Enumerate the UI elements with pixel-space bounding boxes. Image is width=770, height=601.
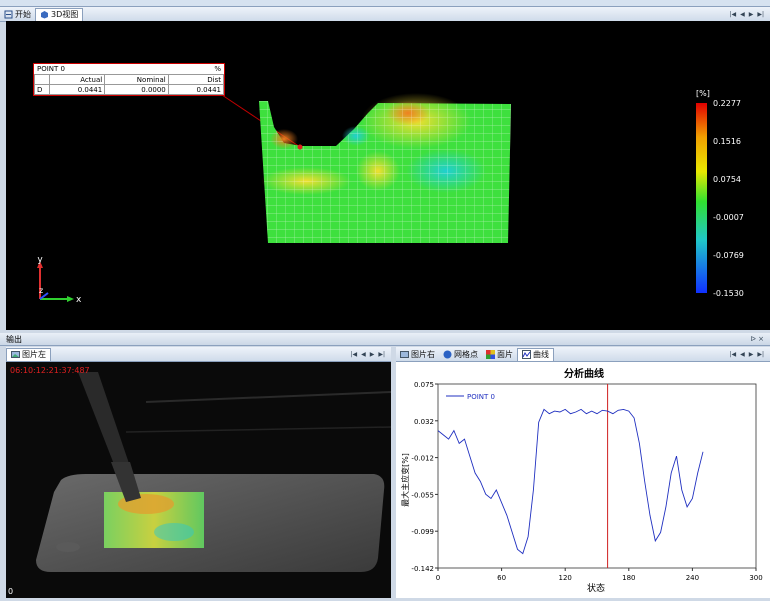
right-pane-tabstrip: 图片右 网格点 面片 曲线 |◀ ◀ ▶ ▶|: [396, 347, 770, 362]
row-label: D: [34, 84, 50, 95]
axis-y-label: y: [37, 255, 43, 265]
plot-area: [437, 383, 757, 569]
first-icon[interactable]: |◀: [729, 11, 736, 18]
left-pane-tabstrip: 图片左 |◀ ◀ ▶ ▶|: [6, 347, 391, 362]
output-panel-header: 输出 ᐅ ×: [0, 333, 770, 346]
camera-timestamp: 06:10:12:21:37:487: [10, 366, 90, 375]
right-nav-buttons: |◀ ◀ ▶ ▶|: [729, 351, 770, 358]
y-tick-label: -0.055: [411, 491, 434, 499]
legend-tick-label: 0.1516: [713, 137, 741, 146]
view-tabstrip: 开始 3D视图 |◀ ◀ ▶ ▶|: [0, 7, 770, 22]
last-icon[interactable]: ▶|: [378, 351, 385, 358]
3d-viewport[interactable]: y z x [%] 0.2277 0.1516 0.0754 -0.0007 -0.07…: [6, 21, 770, 330]
y-tick-label: -0.099: [411, 528, 434, 536]
analysis-chart: 分析曲线 状态 最大主应变[%] 0 60 120 180 240 300 0.075 0.0…: [400, 367, 763, 594]
row-nominal: 0.0000: [104, 84, 169, 95]
x-tick-label: 60: [497, 574, 506, 582]
y-tick-label: 0.032: [414, 418, 434, 426]
axis-x-label: x: [76, 295, 82, 305]
globe-icon: [443, 350, 452, 359]
x-tick-label: 180: [622, 574, 635, 582]
strain-surface: [259, 93, 511, 243]
legend-tick-label: -0.1530: [713, 289, 744, 298]
first-icon[interactable]: |◀: [350, 351, 357, 358]
camera-scene: [6, 362, 391, 598]
last-icon[interactable]: ▶|: [757, 11, 764, 18]
start-icon: [4, 10, 13, 19]
header-actual: Actual: [48, 74, 106, 85]
point-data-row: D 0.0441 0.0000 0.0441: [34, 84, 225, 95]
image-icon: [400, 350, 409, 359]
tab-facets-label: 面片: [497, 349, 513, 359]
header-nominal: Nominal: [104, 74, 169, 85]
tab-image-right-label: 图片右: [411, 349, 435, 359]
prev-icon[interactable]: ◀: [740, 351, 745, 358]
cube-icon: [40, 10, 49, 19]
tab-image-left[interactable]: 图片左: [6, 347, 51, 361]
image-icon: [11, 350, 20, 359]
y-tick-label: -0.142: [411, 565, 434, 573]
x-tick-label: 120: [559, 574, 572, 582]
output-title: 输出: [6, 334, 22, 344]
chart-xlabel: 状态: [587, 582, 605, 594]
camera-image-left[interactable]: 06:10:12:21:37:487 0: [6, 362, 391, 598]
tab-curve[interactable]: 曲线: [517, 347, 554, 361]
row-actual: 0.0441: [48, 84, 106, 95]
tab-start-label: 开始: [15, 9, 31, 19]
tab-3d-view-label: 3D视图: [51, 10, 79, 19]
facets-icon: [486, 349, 495, 359]
tab-image-right[interactable]: 图片右: [396, 348, 439, 360]
chart-ylabel: 最大主应变[%]: [400, 453, 410, 507]
legend-ticks: 0.2277 0.1516 0.0754 -0.0007 -0.0769 -0.1530: [713, 99, 744, 298]
x-tick-label: 0: [436, 574, 440, 582]
legend-tick-label: 0.0754: [713, 175, 741, 184]
tab-image-left-label: 图片左: [22, 350, 46, 359]
first-icon[interactable]: |◀: [729, 351, 736, 358]
color-legend: [696, 103, 707, 293]
curve-icon: [522, 350, 531, 359]
point-info-box[interactable]: POINT 0 % Actual Nominal Dist D 0.0441 0…: [33, 63, 225, 96]
tab-grid-points[interactable]: 网格点: [439, 348, 482, 360]
point-unit: %: [214, 65, 221, 73]
x-tick-label: 300: [749, 574, 762, 582]
next-icon[interactable]: ▶: [749, 11, 754, 18]
camera-frame-index: 0: [8, 587, 14, 596]
legend-tick-label: 0.2277: [713, 99, 741, 108]
top-toolbar: [0, 0, 770, 7]
legend-unit: [%]: [696, 89, 710, 98]
y-tick-label: -0.012: [411, 455, 434, 463]
axis-z-label: z: [39, 286, 43, 295]
tab-curve-label: 曲线: [533, 350, 549, 359]
legend-entry: POINT 0: [467, 393, 495, 401]
header-dist: Dist: [167, 74, 225, 85]
tab-facets[interactable]: 面片: [482, 348, 517, 360]
view-nav-buttons: |◀ ◀ ▶ ▶|: [729, 11, 770, 18]
point-title: POINT 0: [37, 65, 65, 73]
tab-grid-points-label: 网格点: [454, 349, 478, 359]
header-cell: [34, 74, 50, 85]
y-tick-label: 0.075: [414, 381, 434, 389]
chart-title: 分析曲线: [564, 367, 604, 380]
prev-icon[interactable]: ◀: [740, 11, 745, 18]
next-icon[interactable]: ▶: [749, 351, 754, 358]
last-icon[interactable]: ▶|: [757, 351, 764, 358]
tab-start[interactable]: 开始: [0, 8, 35, 20]
axis-triad: [37, 261, 74, 302]
next-icon[interactable]: ▶: [370, 351, 375, 358]
tab-3d-view[interactable]: 3D视图: [35, 7, 84, 21]
point-header-row: Actual Nominal Dist: [34, 74, 225, 85]
point-0-marker: [297, 144, 303, 150]
row-dist: 0.0441: [167, 84, 225, 95]
legend-tick-label: -0.0007: [713, 213, 744, 222]
analysis-chart-pane[interactable]: 分析曲线 状态 最大主应变[%] 0 60 120 180 240 300 0.075 0.0…: [396, 362, 770, 598]
panel-pin-icon[interactable]: ᐅ ×: [751, 335, 770, 343]
left-nav-buttons: |◀ ◀ ▶ ▶|: [350, 351, 391, 358]
x-tick-label: 240: [686, 574, 699, 582]
prev-icon[interactable]: ◀: [361, 351, 366, 358]
legend-tick-label: -0.0769: [713, 251, 744, 260]
